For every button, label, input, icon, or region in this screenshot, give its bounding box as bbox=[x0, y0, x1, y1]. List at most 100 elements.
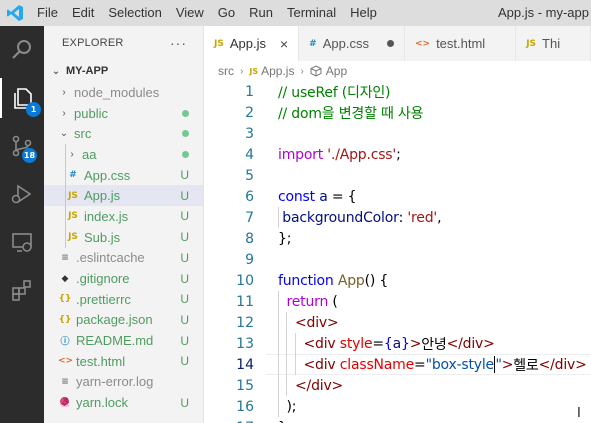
line-number: 9 bbox=[245, 251, 254, 268]
menu-terminal[interactable]: Terminal bbox=[280, 0, 343, 26]
indent-guide bbox=[65, 226, 66, 248]
code-line: 16 ); bbox=[204, 396, 591, 417]
chevron-down-icon: ⌄ bbox=[59, 128, 69, 140]
more-actions-icon[interactable]: ··· bbox=[170, 35, 187, 51]
workspace-root[interactable]: ⌄ MY-APP bbox=[44, 60, 203, 82]
tab-app-js[interactable]: JS App.js × bbox=[204, 26, 300, 61]
folder-item[interactable]: › aa bbox=[44, 144, 203, 165]
code-token: > bbox=[409, 335, 422, 352]
file-item[interactable]: JS Sub.js U bbox=[44, 226, 203, 248]
code-text: <div> bbox=[278, 312, 339, 333]
tree-item-label: node_modules bbox=[74, 84, 160, 100]
file-tree: › node_modules › public ⌄ src › aa # App.css U JS Ap… bbox=[44, 82, 203, 413]
folder-item[interactable]: › public bbox=[44, 103, 203, 124]
menu-view[interactable]: View bbox=[169, 0, 211, 26]
remote-explorer-icon[interactable] bbox=[0, 222, 44, 262]
code-line: 14 <div className = "box-style " > 헬로 </div> bbox=[204, 354, 591, 375]
explorer-icon[interactable]: 1 bbox=[0, 78, 44, 118]
explorer-badge: 1 bbox=[26, 102, 41, 117]
code-token: className bbox=[339, 356, 415, 373]
code-text: return ( bbox=[278, 291, 338, 312]
code-token: = { bbox=[327, 188, 357, 205]
extensions-icon[interactable] bbox=[0, 270, 44, 310]
code-token: { bbox=[383, 335, 393, 352]
menu-file[interactable]: File bbox=[30, 0, 65, 26]
file-item[interactable]: JS index.js U bbox=[44, 206, 203, 227]
menu-edit[interactable]: Edit bbox=[65, 0, 101, 26]
code-line: 2 // dom을 변경할 때 사용 bbox=[204, 102, 591, 123]
file-item[interactable]: ≡ yarn-error.log bbox=[44, 372, 203, 393]
folder-item[interactable]: ⌄ src bbox=[44, 123, 203, 144]
chevron-right-icon: › bbox=[62, 86, 66, 98]
code-token: }; bbox=[278, 230, 292, 247]
run-debug-icon[interactable] bbox=[0, 174, 44, 214]
file-item[interactable]: ≡ .eslintcache U bbox=[44, 248, 203, 269]
code-token: ( bbox=[328, 293, 338, 310]
file-item[interactable]: JS App.js U bbox=[44, 185, 203, 207]
vscode-logo-icon bbox=[0, 0, 30, 26]
file-item[interactable]: {} .prettierrc U bbox=[44, 289, 203, 310]
git-status-badge: U bbox=[180, 230, 189, 245]
code-token: import bbox=[278, 146, 324, 163]
code-token: App bbox=[337, 272, 365, 289]
code-token: , bbox=[437, 209, 442, 226]
indent-guide bbox=[65, 164, 66, 186]
code-text: // useRef (디자인) bbox=[278, 81, 391, 102]
code-line: 15 </div> bbox=[204, 375, 591, 396]
code-token: > bbox=[501, 356, 514, 373]
breadcrumb-folder[interactable]: src bbox=[218, 64, 234, 78]
code-token: backgroundColor bbox=[282, 209, 399, 226]
code-line: 10 function App() { bbox=[204, 270, 591, 291]
line-number: 5 bbox=[245, 167, 254, 184]
indent-guide bbox=[65, 144, 66, 165]
unsaved-dot-icon[interactable] bbox=[386, 40, 394, 47]
code-text: function App() { bbox=[278, 270, 388, 291]
file-type-icon: JS bbox=[526, 38, 537, 49]
indent-guide bbox=[65, 206, 66, 227]
menu-help[interactable]: Help bbox=[343, 0, 384, 26]
code-line: 8}; bbox=[204, 228, 591, 249]
tab-label: Thi bbox=[542, 36, 561, 51]
line-number: 14 bbox=[236, 356, 254, 373]
file-item[interactable]: ◆ .gitignore U bbox=[44, 268, 203, 289]
line-number: 7 bbox=[245, 209, 254, 226]
source-control-icon[interactable]: 18 bbox=[0, 126, 44, 166]
file-type-icon: JS bbox=[68, 211, 78, 222]
file-item[interactable]: ⓘ README.md U bbox=[44, 330, 203, 351]
code-token: return bbox=[286, 293, 329, 310]
line-number: 2 bbox=[245, 104, 254, 121]
file-item[interactable]: 🧶 yarn.lock U bbox=[44, 392, 203, 413]
menu-run[interactable]: Run bbox=[242, 0, 280, 26]
breadcrumb-file[interactable]: App.js bbox=[261, 64, 294, 78]
file-item[interactable]: # App.css U bbox=[44, 164, 203, 186]
menu-go[interactable]: Go bbox=[211, 0, 242, 26]
git-status-badge: U bbox=[180, 312, 189, 327]
code-line: 4 import './App.css'; bbox=[204, 144, 591, 165]
code-token: ); bbox=[278, 398, 297, 415]
code-token: // dom을 변경할 때 사용 bbox=[278, 105, 424, 122]
folder-item[interactable]: › node_modules bbox=[44, 82, 203, 103]
tab-test-html[interactable]: <> test.html bbox=[405, 26, 517, 61]
tab-thi[interactable]: JS Thi bbox=[516, 26, 591, 61]
file-item[interactable]: <> test.html U bbox=[44, 351, 203, 372]
editor-tabs: JS App.js × # App.css <> test.html JS Thi bbox=[204, 26, 591, 61]
source-control-badge: 18 bbox=[22, 148, 37, 163]
line-number: 17 bbox=[204, 420, 254, 423]
menu-selection[interactable]: Selection bbox=[101, 0, 168, 26]
code-line: 17} bbox=[204, 417, 591, 423]
code-token: 안녕 bbox=[421, 336, 447, 353]
code-editor[interactable]: 1 // useRef (디자인) 2 // dom을 변경할 때 사용 3 4 impor… bbox=[204, 81, 591, 423]
activity-bar: 1 18 bbox=[0, 26, 44, 423]
breadcrumb-symbol[interactable]: App bbox=[326, 64, 347, 78]
file-item[interactable]: {} package.json U bbox=[44, 310, 203, 331]
code-token: // useRef (디자인) bbox=[278, 84, 391, 101]
mouse-ibeam-cursor-icon: I bbox=[577, 406, 581, 421]
tab-app-css[interactable]: # App.css bbox=[299, 26, 405, 61]
search-icon[interactable] bbox=[0, 30, 44, 70]
code-line: 5 bbox=[204, 165, 591, 186]
code-text: </div> bbox=[278, 375, 343, 396]
git-status-badge: U bbox=[180, 168, 189, 183]
close-icon[interactable]: × bbox=[280, 36, 288, 52]
